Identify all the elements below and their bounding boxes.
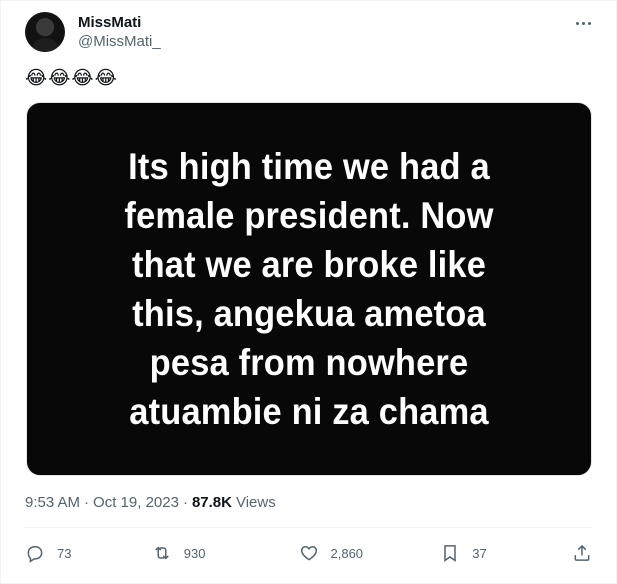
share-button[interactable] [572,543,592,563]
reply-button[interactable]: 73 [25,543,140,563]
bookmark-button[interactable]: 37 [440,543,560,563]
author-names: MissMati @MissMati_ [78,13,161,51]
retweet-count: 930 [183,545,206,561]
heart-icon [300,545,317,561]
like-count: 2,860 [330,545,364,561]
meta-separator: · [182,494,188,511]
divider [25,527,592,528]
retweet-icon [154,546,169,560]
like-button[interactable]: 2,860 [299,543,429,563]
meta-separator: · [84,494,90,511]
views-label: Views [235,494,276,511]
author-handle[interactable]: @MissMati_ [78,32,161,51]
tweet-meta: 9:53 AM · Oct 19, 2023 · 87.8K Views [25,493,276,513]
media-caption-text: Its high time we had a female president.… [124,146,494,432]
tweet-header: MissMati @MissMati_ [25,11,596,53]
reply-count: 73 [57,545,72,561]
author-display-name[interactable]: MissMati [78,13,161,32]
share-icon [574,544,590,561]
action-bar: 73 930 2,860 37 [25,539,592,567]
tweet-date[interactable]: Oct 19, 2023 [93,493,179,513]
tweet-media-image[interactable]: Its high time we had a female president.… [26,102,592,476]
views-count: 87.8K [191,494,232,511]
reply-icon [27,546,43,563]
more-horizontal-icon[interactable] [570,15,596,31]
avatar[interactable] [25,12,65,52]
tweet-time[interactable]: 9:53 AM [25,493,80,513]
bookmark-count: 37 [472,545,487,561]
tweet-card: MissMati @MissMati_ 😂😂😂😂 Its high time w… [0,0,617,584]
retweet-button[interactable]: 930 [152,543,287,563]
tweet-text: 😂😂😂😂 [25,67,118,89]
bookmark-icon [444,545,456,562]
